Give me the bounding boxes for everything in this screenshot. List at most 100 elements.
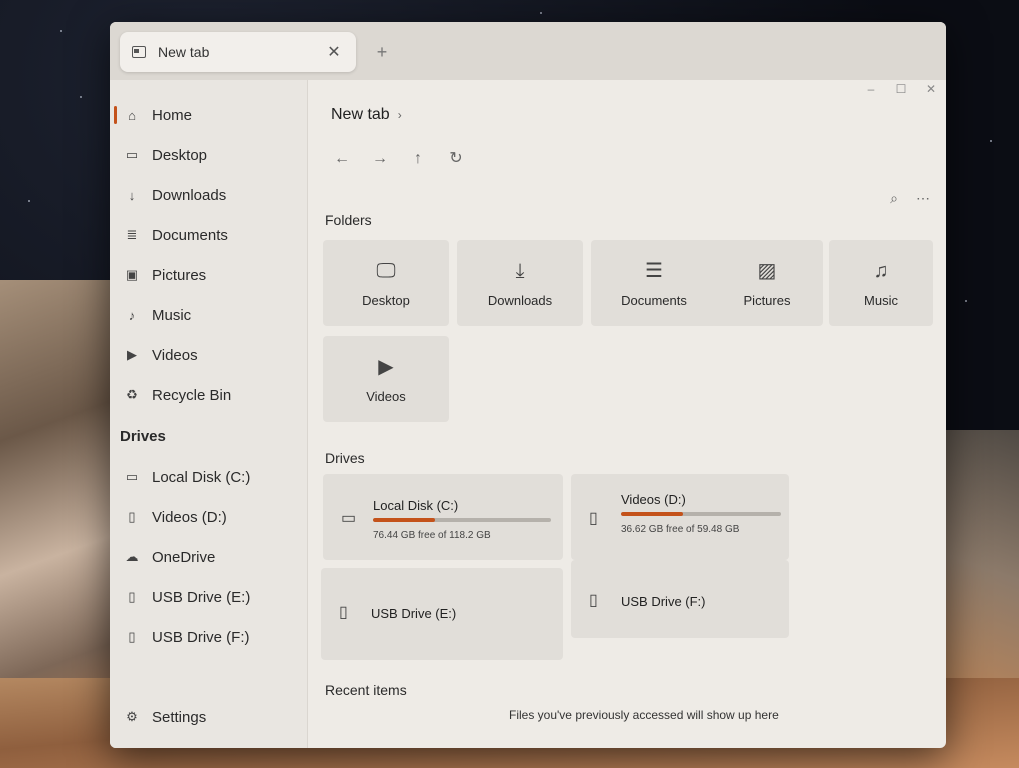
monitor-icon: 🖵	[376, 259, 396, 282]
sidebar-item-label: Downloads	[152, 186, 227, 204]
title-bar: New tab ✕ +	[110, 22, 946, 80]
gear-icon: ⚙	[126, 709, 138, 724]
sidebar-item-label: Desktop	[152, 146, 208, 164]
drive-free-space: 36.62 GB free of 59.48 GB	[621, 524, 740, 535]
file-explorer-window: New tab ✕ + – ☐ ✕ ⌂ Home ▭ Desktop ↓ Dow…	[110, 22, 946, 748]
folder-label: Documents	[621, 292, 687, 308]
sidebar-item-downloads[interactable]: ↓ Downloads	[110, 178, 308, 212]
more-options-icon[interactable]: ⋯	[916, 190, 930, 207]
recent-items-empty-message: Files you've previously accessed will sh…	[509, 708, 779, 722]
drive-name: Local Disk (C:)	[373, 498, 459, 513]
sidebar-item-videos-d[interactable]: ▯ Videos (D:)	[110, 500, 308, 534]
sidebar: ⌂ Home ▭ Desktop ↓ Downloads ≣ Documents…	[110, 80, 308, 748]
folder-card-documents[interactable]: ☰ Documents	[591, 240, 717, 326]
video-icon: ▶	[127, 347, 137, 362]
folder-card-music[interactable]: ♫ Music	[829, 240, 933, 326]
usb-drive-icon: ▯	[128, 589, 136, 604]
recent-items-heading: Recent items	[325, 682, 407, 698]
sidebar-item-label: Videos (D:)	[152, 508, 227, 526]
refresh-icon[interactable]: ↻	[445, 148, 467, 170]
folder-label: Pictures	[743, 292, 791, 308]
sidebar-item-label: Local Disk (C:)	[152, 468, 251, 486]
breadcrumb-item[interactable]: New tab	[331, 106, 390, 124]
drive-card-usb-drive-e[interactable]: ▯ USB Drive (E:)	[321, 568, 563, 660]
document-icon: ☰	[645, 259, 663, 282]
folder-label: Desktop	[362, 292, 410, 308]
sidebar-item-onedrive[interactable]: ☁ OneDrive	[110, 540, 308, 574]
document-icon: ≣	[126, 227, 138, 242]
forward-arrow-icon[interactable]: →	[369, 148, 391, 170]
recycle-bin-icon: ♻	[126, 387, 138, 402]
toolbar-right: ⌕ ⋯	[890, 190, 930, 207]
music-note-icon: ♪	[128, 307, 136, 323]
download-icon: ⤓	[515, 259, 525, 282]
sidebar-item-label: Home	[152, 106, 193, 124]
drive-usage-bar	[621, 512, 781, 516]
folders-heading: Folders	[325, 212, 372, 228]
download-icon: ↓	[128, 187, 136, 203]
up-arrow-icon[interactable]: ↑	[407, 148, 429, 170]
folder-label: Music	[864, 292, 898, 308]
sidebar-item-label: Documents	[152, 226, 228, 244]
back-arrow-icon[interactable]: ←	[331, 148, 353, 170]
drive-card-usb-drive-f[interactable]: ▯ USB Drive (F:)	[571, 560, 789, 638]
sidebar-item-videos[interactable]: ▶ Videos	[110, 338, 308, 372]
hard-drive-icon: ▭	[125, 469, 139, 484]
sidebar-item-label: Videos	[152, 346, 198, 364]
sidebar-item-label: Settings	[152, 708, 207, 726]
image-icon: ▣	[125, 267, 139, 282]
sidebar-item-desktop[interactable]: ▭ Desktop	[110, 138, 308, 172]
usb-drive-icon: ▯	[589, 592, 598, 609]
drives-heading: Drives	[325, 450, 365, 466]
sidebar-item-settings[interactable]: ⚙ Settings	[110, 700, 308, 734]
sidebar-item-pictures[interactable]: ▣ Pictures	[110, 258, 308, 292]
new-tab-button[interactable]: +	[370, 40, 394, 64]
sidebar-item-label: USB Drive (F:)	[152, 628, 250, 646]
navigation-toolbar: ← → ↑ ↻	[331, 148, 467, 170]
sidebar-item-label: Recycle Bin	[152, 386, 232, 404]
sidebar-item-music[interactable]: ♪ Music	[110, 298, 308, 332]
monitor-icon: ▭	[125, 147, 139, 162]
drive-card-videos-d[interactable]: ▯ Videos (D:) 36.62 GB free of 59.48 GB	[571, 474, 789, 560]
sidebar-item-home[interactable]: ⌂ Home	[110, 98, 308, 132]
drive-name: USB Drive (F:)	[621, 594, 706, 609]
sidebar-item-label: OneDrive	[152, 548, 216, 566]
drive-usage-fill	[373, 518, 436, 522]
breadcrumb: New tab ›	[331, 106, 402, 124]
sidebar-item-recycle-bin[interactable]: ♻ Recycle Bin	[110, 378, 308, 412]
video-icon: ▶	[378, 355, 394, 378]
folder-card-pictures[interactable]: ▨ Pictures	[711, 240, 823, 326]
chevron-right-icon: ›	[397, 108, 402, 122]
browser-tab-icon	[132, 46, 146, 58]
drive-card-local-disk-c[interactable]: ▭ Local Disk (C:) 76.44 GB free of 118.2…	[323, 474, 563, 560]
drive-usage-bar	[373, 518, 551, 522]
search-icon[interactable]: ⌕	[890, 190, 898, 207]
sidebar-item-documents[interactable]: ≣ Documents	[110, 218, 308, 252]
cloud-icon: ☁	[125, 549, 139, 564]
sidebar-item-usb-drive-f[interactable]: ▯ USB Drive (F:)	[110, 620, 308, 654]
usb-drive-icon: ▯	[339, 604, 348, 621]
sidebar-item-usb-drive-e[interactable]: ▯ USB Drive (E:)	[110, 580, 308, 614]
folder-label: Downloads	[487, 292, 553, 308]
sidebar-item-label: USB Drive (E:)	[152, 588, 251, 606]
usb-drive-icon: ▯	[589, 510, 598, 527]
drive-name: Videos (D:)	[621, 492, 686, 507]
sidebar-item-local-disk-c[interactable]: ▭ Local Disk (C:)	[110, 460, 308, 494]
image-icon: ▨	[757, 259, 777, 282]
folder-card-desktop[interactable]: 🖵 Desktop	[323, 240, 449, 326]
tab-label: New tab	[158, 44, 210, 60]
folder-card-videos[interactable]: ▶ Videos	[323, 336, 449, 422]
folder-card-downloads[interactable]: ⤓ Downloads	[457, 240, 583, 326]
drive-free-space: 76.44 GB free of 118.2 GB	[373, 530, 491, 541]
sidebar-drives-heading: Drives	[120, 428, 166, 445]
tab-close-icon[interactable]: ✕	[324, 42, 344, 62]
usb-drive-icon: ▯	[128, 509, 136, 524]
folder-label: Videos	[366, 388, 406, 404]
main-content: New tab › ← → ↑ ↻ ⌕ ⋯ Folders 🖵 Desktop …	[309, 80, 946, 748]
hard-drive-icon: ▭	[341, 510, 357, 527]
drive-usage-fill	[621, 512, 684, 516]
drive-name: USB Drive (E:)	[371, 606, 457, 621]
tab-new-tab[interactable]: New tab ✕	[120, 32, 356, 72]
sidebar-item-label: Pictures	[152, 266, 207, 284]
sidebar-item-label: Music	[152, 306, 192, 324]
